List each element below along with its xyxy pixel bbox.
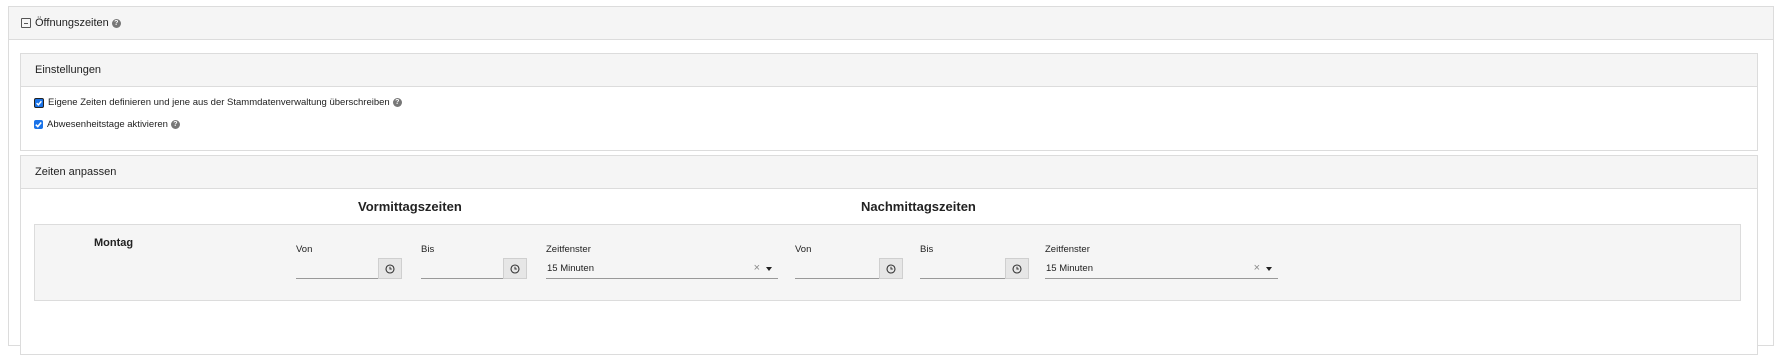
clock-icon[interactable] <box>1005 258 1029 279</box>
times-panel: Zeiten anpassen Vormittagszeiten Nachmit… <box>20 155 1758 355</box>
own-times-label: Eigene Zeiten definieren und jene aus de… <box>48 97 390 108</box>
caret-down-icon[interactable] <box>1266 267 1272 271</box>
morning-window-value: 15 Minuten <box>547 262 595 274</box>
clock-icon[interactable] <box>879 258 903 279</box>
option-absence-days: Abwesenheitstage aktivieren ? <box>34 119 180 130</box>
afternoon-window-value: 15 Minuten <box>1046 262 1094 274</box>
absence-days-checkbox[interactable] <box>34 120 43 129</box>
settings-panel-title: Einstellungen <box>21 54 1757 87</box>
morning-to-input[interactable] <box>421 258 527 279</box>
absence-days-label: Abwesenheitstage aktivieren <box>47 119 168 130</box>
option-own-times: Eigene Zeiten definieren und jene aus de… <box>34 97 402 108</box>
afternoon-to-label: Bis <box>920 244 934 255</box>
help-icon[interactable]: ? <box>111 18 121 28</box>
afternoon-from-label: Von <box>795 244 812 255</box>
afternoon-to-input[interactable] <box>920 258 1029 279</box>
morning-window-select[interactable]: 15 Minuten × <box>546 258 778 279</box>
morning-title: Vormittagszeiten <box>358 199 462 214</box>
section-title: Öffnungszeiten <box>35 17 109 29</box>
help-icon[interactable]: ? <box>392 98 402 107</box>
section-header: Öffnungszeiten ? <box>9 7 1773 40</box>
morning-to-label: Bis <box>421 244 435 255</box>
own-times-checkbox[interactable] <box>34 97 44 108</box>
caret-down-icon[interactable] <box>766 267 772 271</box>
afternoon-title: Nachmittagszeiten <box>861 199 976 214</box>
morning-from-label: Von <box>296 244 313 255</box>
clear-icon[interactable]: × <box>1254 262 1260 274</box>
afternoon-from-input[interactable] <box>795 258 903 279</box>
clear-icon[interactable]: × <box>754 262 760 274</box>
collapse-icon[interactable] <box>21 18 31 28</box>
times-panel-title: Zeiten anpassen <box>21 156 1757 189</box>
opening-hours-section: Öffnungszeiten ? Einstellungen Eigene Ze… <box>8 6 1774 355</box>
afternoon-window-label: Zeitfenster <box>1045 244 1090 255</box>
day-label: Montag <box>94 237 134 249</box>
morning-window-label: Zeitfenster <box>546 244 591 255</box>
help-icon[interactable]: ? <box>170 120 180 129</box>
day-row-monday: Montag Von Bis Zeitfenster 15 Minuten × <box>34 224 1741 301</box>
settings-panel: Einstellungen Eigene Zeiten definieren u… <box>20 53 1758 151</box>
clock-icon[interactable] <box>378 258 402 279</box>
clock-icon[interactable] <box>503 258 527 279</box>
afternoon-window-select[interactable]: 15 Minuten × <box>1045 258 1278 279</box>
morning-from-input[interactable] <box>296 258 402 279</box>
